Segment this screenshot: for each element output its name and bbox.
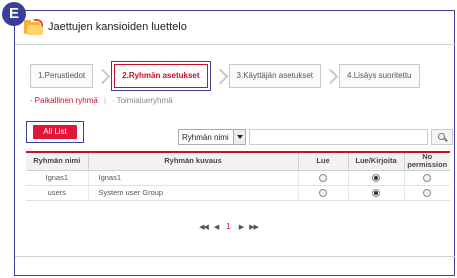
all-list-button[interactable]: All List: [33, 125, 77, 139]
page-number[interactable]: 1: [226, 222, 230, 231]
group-type-tabs: · Paikallinen ryhmä | · Toimialueryhmä: [30, 96, 173, 105]
no-permission-radio[interactable]: [423, 189, 432, 197]
table-row: Ignas1 Ignas1: [26, 170, 450, 186]
tab-separator: |: [103, 96, 106, 105]
step-badge: E: [2, 2, 26, 26]
bullet-icon: ·: [30, 96, 33, 105]
search-input[interactable]: [249, 129, 428, 145]
chevron-right-icon: [211, 64, 229, 88]
shared-folder-icon: [24, 19, 44, 35]
step-group-settings[interactable]: 2.Ryhmän asetukset: [114, 64, 208, 88]
chevron-right-icon: [321, 64, 339, 88]
first-page-icon[interactable]: ◀◀: [199, 223, 209, 231]
tab-local-group[interactable]: Paikallinen ryhmä: [35, 96, 98, 105]
wizard-steps: 1.Perustiedot 2.Ryhmän asetukset 3.Käytt…: [30, 61, 420, 91]
read-write-radio[interactable]: [372, 189, 380, 197]
bottom-divider: [15, 256, 455, 257]
group-name-cell: Ignas1: [26, 170, 88, 186]
read-radio[interactable]: [319, 189, 327, 197]
chevron-right-icon: [93, 64, 111, 88]
search-button[interactable]: [431, 129, 453, 145]
last-page-icon[interactable]: ▶▶: [249, 223, 259, 231]
read-radio[interactable]: [319, 174, 327, 182]
col-group-description[interactable]: Ryhmän kuvaus: [87, 152, 298, 171]
group-description-cell: Ignas1: [87, 170, 298, 186]
read-write-radio[interactable]: [372, 174, 380, 182]
pagination: ◀◀ ◀ 1 ▶ ▶▶: [0, 222, 457, 231]
table-header-row: Ryhmän nimi Ryhmän kuvaus Lue Lue/Kirjoi…: [26, 152, 450, 171]
search-bar: Ryhmän nimi: [178, 129, 453, 145]
tab-domain-group[interactable]: Toimialueryhmä: [117, 96, 173, 105]
group-description-cell: System user Group: [87, 185, 298, 201]
step-done[interactable]: 4.Lisäys suoritettu: [339, 64, 420, 88]
next-page-icon[interactable]: ▶: [239, 223, 244, 231]
search-field-select[interactable]: Ryhmän nimi: [178, 129, 246, 145]
chevron-down-icon[interactable]: [233, 130, 245, 144]
step-user-settings[interactable]: 3.Käyttäjän asetukset: [228, 64, 322, 88]
step-basic-info[interactable]: 1.Perustiedot: [30, 64, 94, 88]
page-header: Jaettujen kansioiden luettelo: [24, 15, 187, 39]
group-name-cell: users: [26, 185, 88, 201]
search-field-value: Ryhmän nimi: [182, 132, 229, 142]
col-read-write[interactable]: Lue/Kirjoita: [347, 152, 404, 171]
col-read[interactable]: Lue: [297, 152, 348, 171]
title-divider: [15, 44, 455, 45]
group-table: Ryhmän nimi Ryhmän kuvaus Lue Lue/Kirjoi…: [26, 151, 450, 201]
prev-page-icon[interactable]: ◀: [214, 223, 219, 231]
no-permission-radio[interactable]: [423, 174, 432, 182]
active-step-highlight: 2.Ryhmän asetukset: [111, 61, 211, 91]
bullet-icon: ·: [111, 96, 115, 105]
page-title: Jaettujen kansioiden luettelo: [48, 21, 187, 33]
col-no-permission[interactable]: No permission: [403, 152, 450, 171]
col-group-name[interactable]: Ryhmän nimi: [26, 152, 88, 171]
table-row: users System user Group: [26, 185, 450, 201]
all-list-highlight: All List: [26, 121, 84, 143]
